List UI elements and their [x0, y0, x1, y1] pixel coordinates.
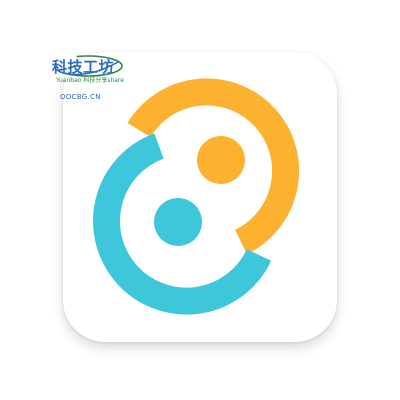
image-canvas: 科技工坊 Yuanbao 科技分享share OOCBG.CN [0, 0, 400, 400]
watermark-subtitle: Yuanbao 科技分享share [56, 77, 124, 84]
watermark-title: 科技工坊 [52, 58, 115, 76]
orange-dot [197, 136, 245, 184]
cyan-dot [154, 198, 202, 246]
watermark-domain: OOCBG.CN [60, 93, 101, 101]
watermark-logo: 科技工坊 Yuanbao 科技分享share OOCBG.CN [46, 50, 130, 106]
